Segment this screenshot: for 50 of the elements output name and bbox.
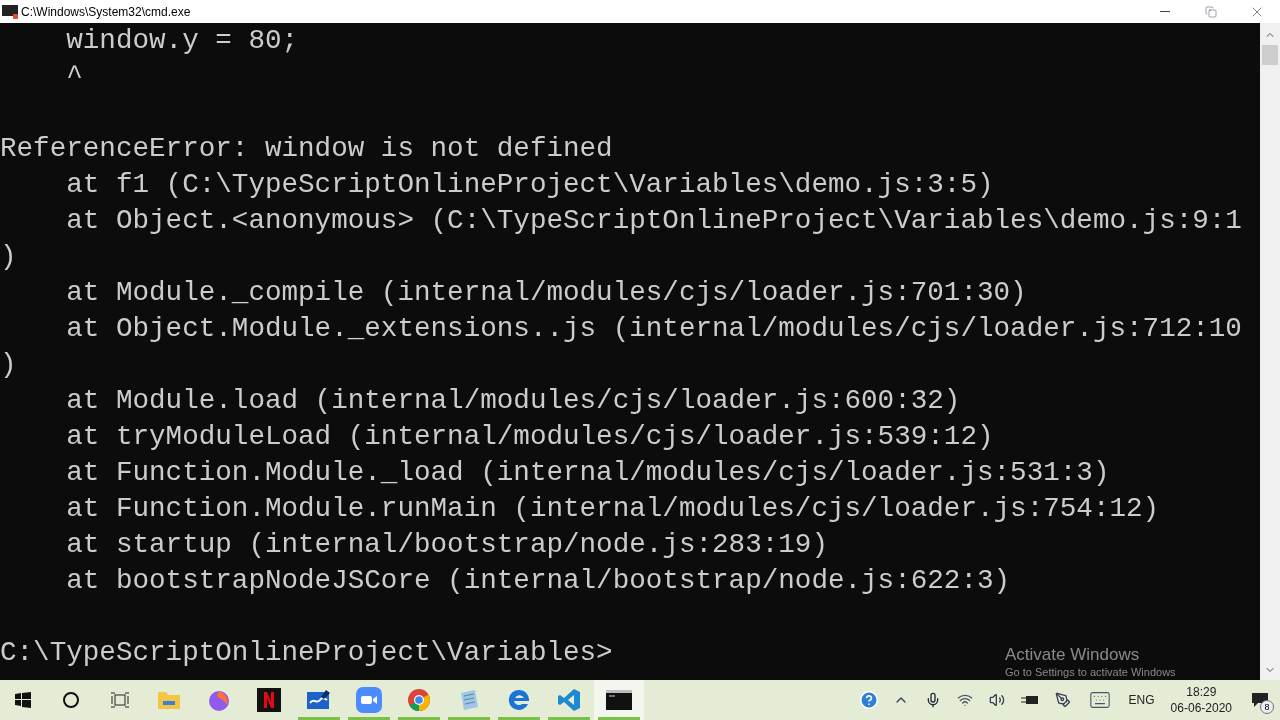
- search-circle-icon: [62, 691, 80, 709]
- console-line: ): [0, 240, 17, 274]
- wifi-icon[interactable]: [956, 692, 973, 708]
- clock-date: 06-06-2020: [1170, 700, 1232, 716]
- console-line: at Module.load (internal/modules/cjs/loader.js:600:32): [65, 384, 961, 418]
- speaker-icon[interactable]: [988, 692, 1005, 708]
- language-indicator[interactable]: ENG: [1128, 691, 1155, 709]
- minimize-icon: [1160, 11, 1170, 12]
- flame-globe-icon: [207, 688, 231, 712]
- console-line: at startup (internal/bootstrap/node.js:283:19): [65, 528, 828, 562]
- activation-text: Go to Settings to activate Windows: [1005, 665, 1176, 679]
- terminal-icon: [606, 690, 632, 710]
- console-app-icon: [2, 4, 18, 19]
- browser-logo-icon: [407, 688, 431, 712]
- folder-icon: [157, 689, 181, 711]
- console-line: at tryModuleLoad (internal/modules/cjs/loader.js:539:12): [65, 420, 994, 454]
- code-editor-icon: [557, 688, 581, 712]
- console-line: at Object.<anonymous> (C:\TypeScriptOnlineProject\Variables\demo.js:9:1: [65, 204, 1242, 238]
- console-line: C:\TypeScriptOnlineProject\Variables>: [0, 636, 613, 670]
- clock-time: 18:29: [1186, 684, 1217, 700]
- n-logo-icon: [257, 688, 281, 712]
- task-view-icon: [110, 692, 130, 708]
- console-line: at Function.Module._load (internal/modules/cjs/loader.js:531:3): [65, 456, 1110, 490]
- window-title: C:\Windows\System32\cmd.exe: [21, 3, 191, 21]
- taskbar-app-button[interactable]: [594, 680, 644, 720]
- console-line: ReferenceError: window is not defined: [0, 132, 613, 166]
- console-line: at bootstrapNodeJSCore (internal/bootstrap/node.js:622:3): [65, 564, 1011, 598]
- activation-title: Activate Windows: [1005, 645, 1141, 665]
- console-line: at Function.Module.runMain (internal/modules/cjs/loader.js:754:12): [65, 492, 1160, 526]
- keyboard-icon[interactable]: [1088, 689, 1111, 711]
- message-icon: [1251, 692, 1269, 708]
- scrollbar[interactable]: [1260, 23, 1280, 680]
- windows-logo-icon: [15, 692, 31, 708]
- video-camera-icon: [356, 687, 382, 713]
- e-logo-icon: [507, 688, 531, 712]
- console-line: at f1 (C:\TypeScriptOnlineProject\Variables\demo.js:3:5): [65, 168, 994, 202]
- pen-icon[interactable]: [1054, 692, 1071, 708]
- notifications-button[interactable]: 8: [1240, 680, 1280, 720]
- whiteboard-icon: [306, 689, 332, 711]
- console-line: at Module._compile (internal/modules/cjs/loader.js:701:30): [65, 276, 1027, 310]
- clock[interactable]: 18:29 06-06-2020: [1170, 684, 1232, 716]
- console-line: at Object.Module._extensions..js (internal/modules/cjs/loader.js:712:10: [65, 312, 1242, 346]
- console-line: ): [0, 348, 17, 382]
- battery-plug-icon[interactable]: [1020, 694, 1039, 706]
- console-line: window.y = 80;: [65, 24, 299, 58]
- console-line: ^: [65, 60, 83, 94]
- restore-icon: [1205, 5, 1217, 18]
- scroll-thumb[interactable]: [1262, 45, 1278, 65]
- help-icon[interactable]: [858, 690, 879, 710]
- notification-count: 8: [1260, 700, 1274, 714]
